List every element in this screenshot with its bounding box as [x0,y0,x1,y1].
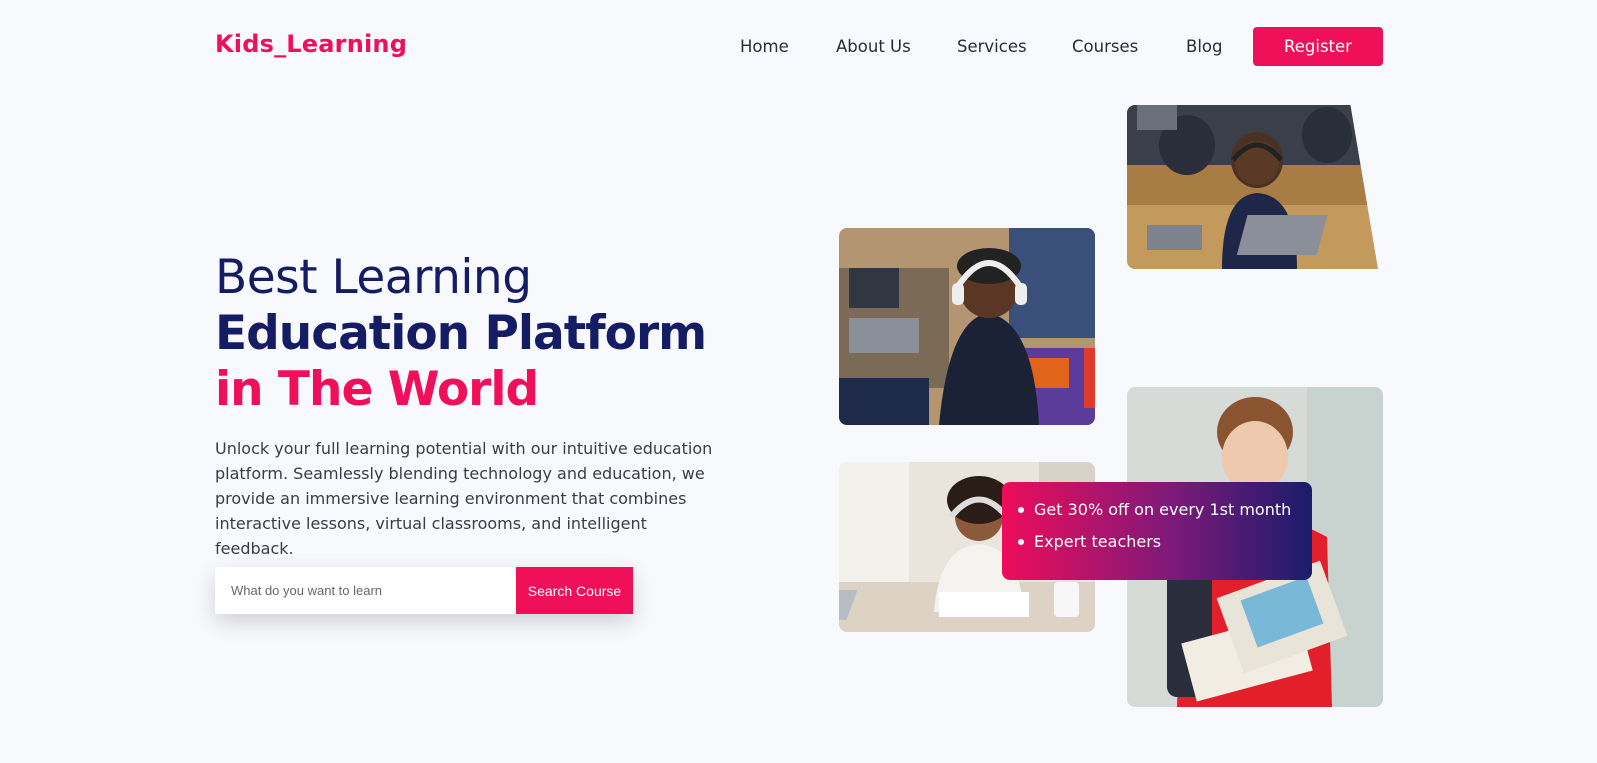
nav-item-home[interactable]: Home [740,37,789,56]
offer-item: Get 30% off on every 1st month [1018,499,1312,531]
hero-heading-line1: Best Learning [215,250,532,305]
kids-computer-lab-photo [1127,105,1378,269]
offer-card: Get 30% off on every 1st month Expert te… [1002,482,1312,580]
nav-item-blog[interactable]: Blog [1186,37,1222,56]
nav-item-about-us[interactable]: About Us [836,37,911,56]
hero-description: Unlock your full learning potential with… [215,439,713,558]
hero-heading-line3: in The World [215,362,539,417]
hero-heading: Best Learning Education Platform in The … [215,250,755,418]
girl-headphones-laptop-photo [839,228,1095,425]
course-search: Search Course [215,567,633,614]
nav-item-courses[interactable]: Courses [1072,37,1138,56]
landing-page: Kids_Learning Home About Us Services Cou… [0,0,1597,763]
nav-item-services[interactable]: Services [957,37,1027,56]
search-input[interactable] [215,567,516,614]
register-button[interactable]: Register [1253,27,1383,66]
main-nav: Home About Us Services Courses Blog Regi… [0,27,1597,67]
hero-heading-line2: Education Platform [215,306,707,361]
offer-item: Expert teachers [1018,531,1312,563]
search-course-button[interactable]: Search Course [516,567,633,614]
